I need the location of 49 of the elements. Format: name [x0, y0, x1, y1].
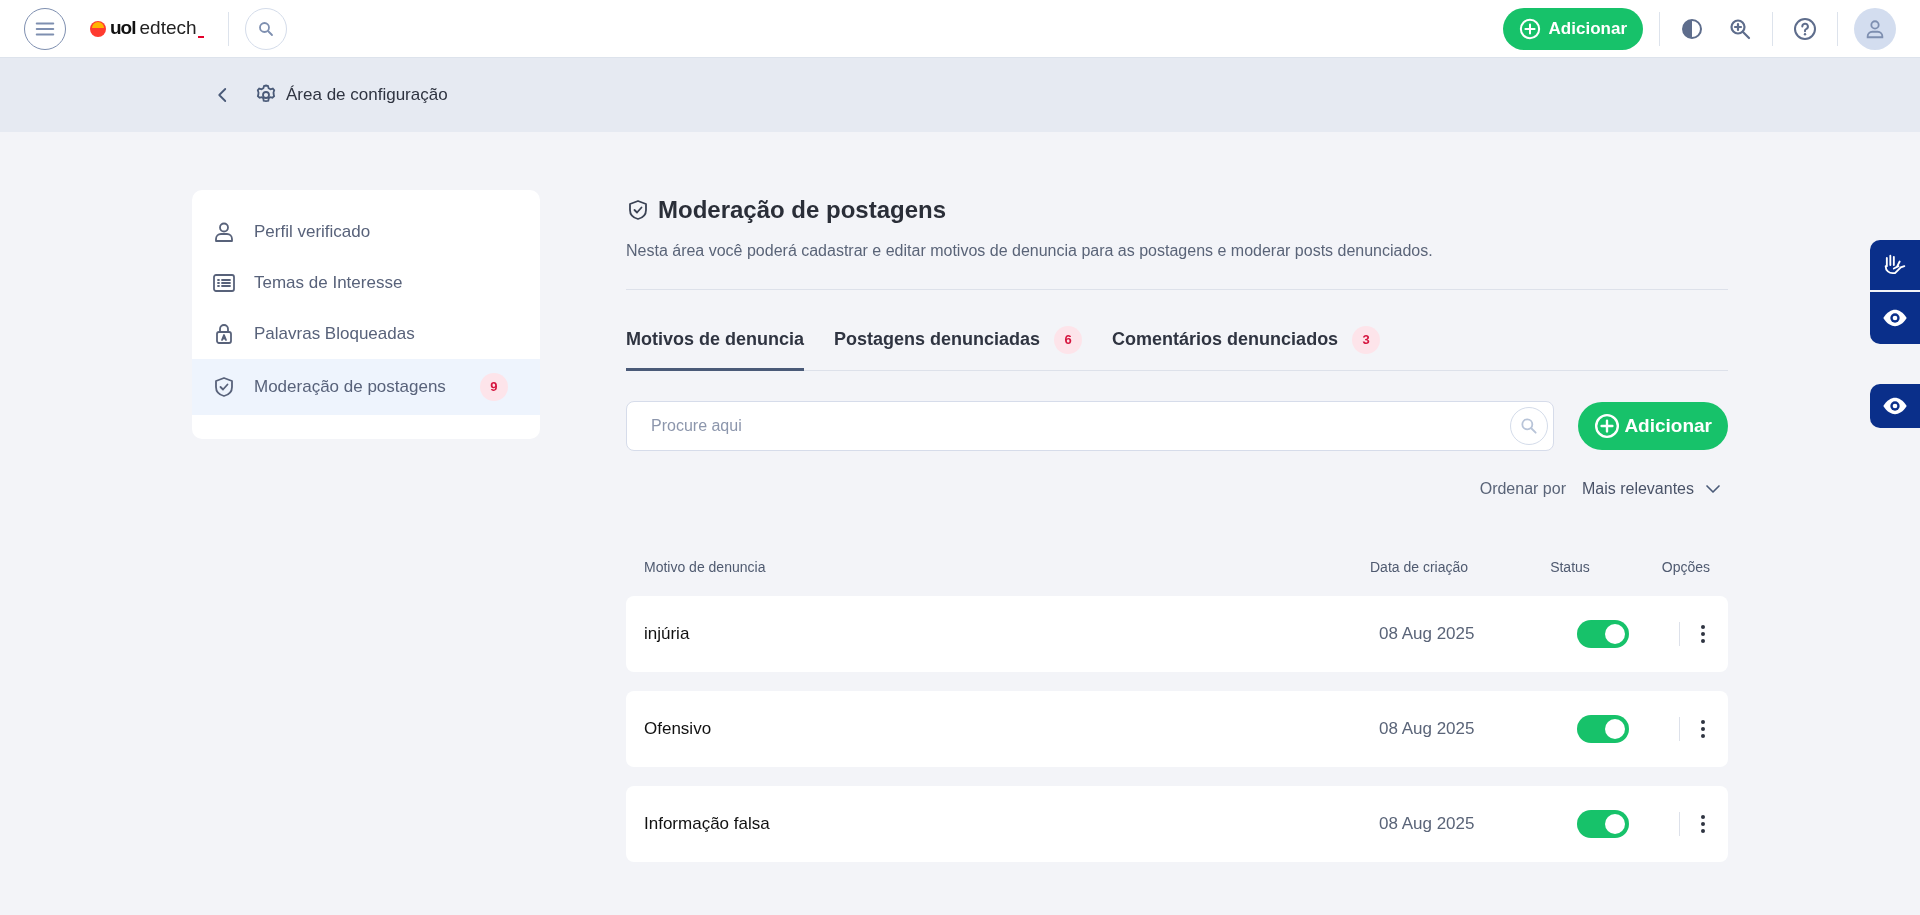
- tab[interactable]: Motivos de denuncia: [626, 325, 805, 371]
- sort-dropdown[interactable]: Mais relevantes: [1581, 476, 1722, 501]
- sign-language-button[interactable]: [1870, 240, 1920, 290]
- reason-cell-text: injúria: [644, 623, 691, 646]
- menu-button[interactable]: [24, 7, 66, 50]
- column-header: Status: [1549, 557, 1591, 577]
- accessibility-button[interactable]: [1870, 384, 1920, 428]
- tab[interactable]: Postagens denunciadas 6: [834, 325, 1083, 371]
- date-cell-text: 08 Aug 2025: [1379, 623, 1476, 646]
- logo: uol edtech: [90, 14, 204, 43]
- plus-circle-icon: [1594, 412, 1621, 439]
- tab[interactable]: Comentários denunciados 3: [1112, 325, 1381, 371]
- sort-label: Ordenar por: [1479, 478, 1566, 499]
- sidebar-item[interactable]: Moderação de postagens 9: [192, 359, 540, 415]
- count-badge: 3: [1352, 325, 1381, 354]
- page-title: Moderação de postagens: [658, 196, 947, 225]
- plus-circle-icon: [1518, 17, 1541, 40]
- count-badge: 9: [479, 373, 508, 401]
- shield-check-icon: [212, 375, 236, 399]
- zoom-in-icon: [1728, 16, 1752, 41]
- search-icon: [1519, 415, 1540, 436]
- search-icon: [256, 19, 275, 38]
- kebab-icon: [1700, 718, 1706, 739]
- contrast-icon: [1680, 16, 1704, 41]
- reason-cell-text: Ofensivo: [644, 718, 713, 741]
- sidebar-item[interactable]: Temas de Interesse: [192, 257, 540, 308]
- column-header: Data de criação: [1370, 557, 1470, 577]
- logo-sun-icon: [90, 20, 106, 37]
- kebab-icon: [1700, 813, 1706, 834]
- page-description: Nesta área você poderá cadastrar e editar motivos de denuncia para as postagens e moderar posts denunciados.: [626, 240, 1434, 261]
- status-toggle[interactable]: [1577, 619, 1629, 648]
- avatar[interactable]: [1854, 7, 1896, 50]
- column-header: Opções: [1660, 557, 1710, 577]
- column-header: Motivo de denuncia: [644, 557, 767, 577]
- date-cell-text: 08 Aug 2025: [1379, 813, 1476, 836]
- shield-check-icon: [626, 198, 650, 223]
- help-icon: [1793, 16, 1817, 41]
- reason-cell-text: Informação falsa: [644, 813, 771, 836]
- kebab-icon: [1700, 623, 1706, 644]
- status-toggle[interactable]: [1577, 714, 1629, 743]
- sidebar-item[interactable]: Perfil verificado: [192, 206, 540, 257]
- status-toggle[interactable]: [1577, 809, 1629, 838]
- page-heading: Área de configuração: [286, 84, 448, 107]
- person-icon: [1864, 17, 1886, 40]
- search-field[interactable]: Procure aqui: [626, 400, 1555, 451]
- count-badge: 6: [1054, 325, 1083, 354]
- accessibility-button[interactable]: [1870, 292, 1920, 344]
- date-cell-text: 08 Aug 2025: [1379, 718, 1476, 741]
- sidebar-item[interactable]: Palavras Bloqueadas: [192, 308, 540, 359]
